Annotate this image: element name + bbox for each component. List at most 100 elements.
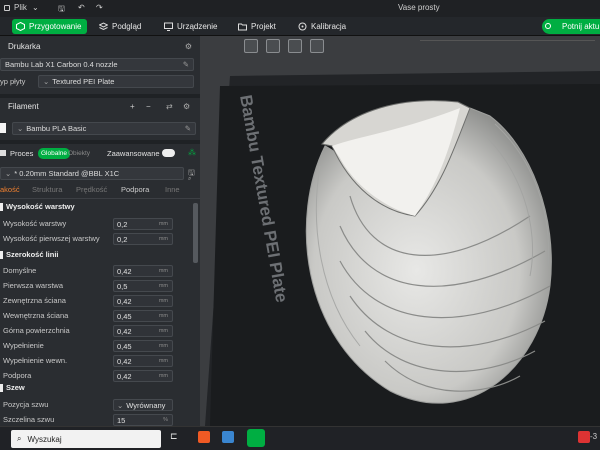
chevron-down-icon: ⌄ (5, 169, 12, 178)
gear-icon[interactable]: ⚙ (183, 102, 190, 111)
subtab-speed[interactable]: Prędkość (76, 185, 107, 194)
main-tab-bar: Przygotowanie Podgląd Urządzenie Projekt… (0, 17, 600, 36)
brave-browser-icon[interactable] (198, 431, 210, 443)
process-icon (0, 150, 6, 156)
cube-icon (16, 22, 25, 31)
save-icon[interactable]: 🖫 (58, 3, 65, 17)
advanced-switch[interactable] (162, 149, 175, 157)
first-layer-height-input[interactable]: 0,2 mm (113, 233, 173, 245)
redo-icon[interactable]: ↷ (96, 3, 103, 12)
tab-device[interactable]: Urządzenie (160, 19, 223, 34)
row-unit: mm (158, 373, 168, 379)
group-marker (0, 250, 3, 259)
tool-strip (420, 40, 595, 52)
line-width-infill-input[interactable]: 0,45 mm (113, 340, 173, 352)
notification-icon[interactable] (578, 431, 590, 443)
row-unit: mm (158, 358, 168, 364)
group-header-seam: Szew (0, 383, 25, 392)
line-width-inner-wall-input[interactable]: 0,45 mm (113, 310, 173, 322)
edit-icon[interactable]: ✎ (183, 60, 189, 69)
add-icon[interactable]: + (130, 102, 135, 111)
row-value: 0,42 (117, 266, 132, 276)
process-profile-select[interactable]: ⌄ * 0.20mm Standard @BBL X1C (0, 167, 184, 180)
bambu-studio-taskbar-icon[interactable] (247, 429, 265, 447)
plate-type-value: Textured PEI Plate (52, 77, 115, 86)
row-value: Wyrównany (126, 400, 166, 410)
process-header: Proces Globalne Obiekty Zaawansowane ⁂ (0, 148, 200, 162)
printer-select[interactable]: Bambu Lab X1 Carbon 0.4 nozzle ✎ (0, 58, 194, 71)
printer-name: Bambu Lab X1 Carbon 0.4 nozzle (5, 60, 118, 69)
task-view-icon[interactable]: ⊏ (170, 431, 182, 443)
seam-position-select[interactable]: ⌄ Wyrównany (113, 399, 173, 411)
advanced-label: Zaawansowane (107, 149, 160, 158)
row-label: Zewnętrzna ściana (3, 296, 66, 305)
line-width-default-input[interactable]: 0,42 mm (113, 265, 173, 277)
row-label: Pierwsza warstwa (3, 281, 64, 290)
row-label: Wypełnienie wewn. (3, 356, 68, 365)
line-width-top-surface-input[interactable]: 0,42 mm (113, 325, 173, 337)
subtab-support[interactable]: Podpora (121, 185, 149, 194)
search-icon: ⌕ (17, 434, 22, 443)
row-unit: mm (158, 328, 168, 334)
add-object-icon[interactable] (244, 39, 258, 53)
row-unit: mm (158, 268, 168, 274)
tab-prepare[interactable]: Przygotowanie (12, 19, 88, 34)
file-menu[interactable]: Plik (14, 3, 27, 12)
objects-toggle[interactable]: Obiekty (68, 150, 90, 157)
layer-height-input[interactable]: 0,2 mm (113, 218, 173, 230)
tab-calibration[interactable]: Kalibracja (294, 19, 352, 34)
printer-title: Drukarka (8, 41, 41, 51)
search-icon[interactable]: ⌕ (188, 176, 191, 183)
filament-section-header[interactable]: Filament + − ⇄ ⚙ (0, 98, 200, 114)
tab-preview[interactable]: Podgląd (95, 19, 147, 34)
3d-viewport[interactable]: Bambu Textured PEI Plate (200, 36, 600, 426)
auto-orient-icon[interactable] (288, 39, 302, 53)
plate-type-select[interactable]: ⌄ Textured PEI Plate (38, 75, 194, 88)
group-marker (0, 202, 3, 211)
layers-icon (99, 22, 108, 31)
chevron-down-icon[interactable]: ⌄ (32, 3, 39, 12)
folder-icon (238, 22, 247, 31)
taskbar-search[interactable]: ⌕ Wyszukaj (11, 430, 161, 448)
seam-gap-input[interactable]: 15% (113, 414, 173, 426)
printer-section-header[interactable]: Drukarka ⚙ (0, 38, 200, 54)
row-label: Wysokość warstwy (3, 219, 67, 228)
subtab-quality[interactable]: akość (0, 185, 20, 194)
remove-icon[interactable]: − (146, 102, 151, 111)
row-label: Górna powierzchnia (3, 326, 70, 335)
filament-color-swatch[interactable] (0, 123, 6, 133)
file-explorer-icon[interactable] (222, 431, 234, 443)
divider (0, 140, 200, 144)
grid-icon[interactable] (266, 39, 280, 53)
gear-icon[interactable]: ⚙ (185, 42, 192, 51)
row-value: 0,42 (117, 296, 132, 306)
tab-project[interactable]: Projekt (234, 19, 282, 34)
process-title: Proces (10, 149, 34, 158)
global-toggle[interactable]: Globalne (38, 148, 71, 159)
compare-icon[interactable]: ⁂ (188, 148, 196, 157)
row-unit: mm (158, 313, 168, 319)
group-title: Szerokość linii (6, 250, 59, 259)
line-width-internal-infill-input[interactable]: 0,42 mm (113, 355, 173, 367)
chevron-down-icon: ⌄ (43, 77, 50, 86)
scrollbar-thumb[interactable] (193, 203, 198, 263)
group-header-line-width: Szerokość linii (0, 250, 59, 259)
subtab-other[interactable]: Inne (165, 185, 180, 194)
row-unit: mm (158, 221, 168, 227)
tab-label: Urządzenie (177, 22, 218, 31)
line-width-first-layer-input[interactable]: 0,5 mm (113, 280, 173, 292)
arrange-icon[interactable] (310, 39, 324, 53)
slice-button[interactable]: Potnij aktu (542, 19, 600, 34)
target-icon (298, 22, 307, 31)
line-width-outer-wall-input[interactable]: 0,42 mm (113, 295, 173, 307)
line-width-support-input[interactable]: 0,42 mm (113, 370, 173, 382)
slice-button-label: Potnij aktu (562, 22, 600, 31)
undo-icon[interactable]: ↶ (78, 3, 85, 12)
edit-icon[interactable]: ✎ (185, 124, 191, 133)
row-value: 0,42 (117, 371, 132, 381)
subtab-structure[interactable]: Struktura (32, 185, 62, 194)
app-logo-icon (4, 5, 10, 11)
filament-select[interactable]: ⌄ Bambu PLA Basic ✎ (12, 122, 196, 135)
row-value: 0,42 (117, 326, 132, 336)
sync-icon[interactable]: ⇄ (166, 102, 173, 111)
